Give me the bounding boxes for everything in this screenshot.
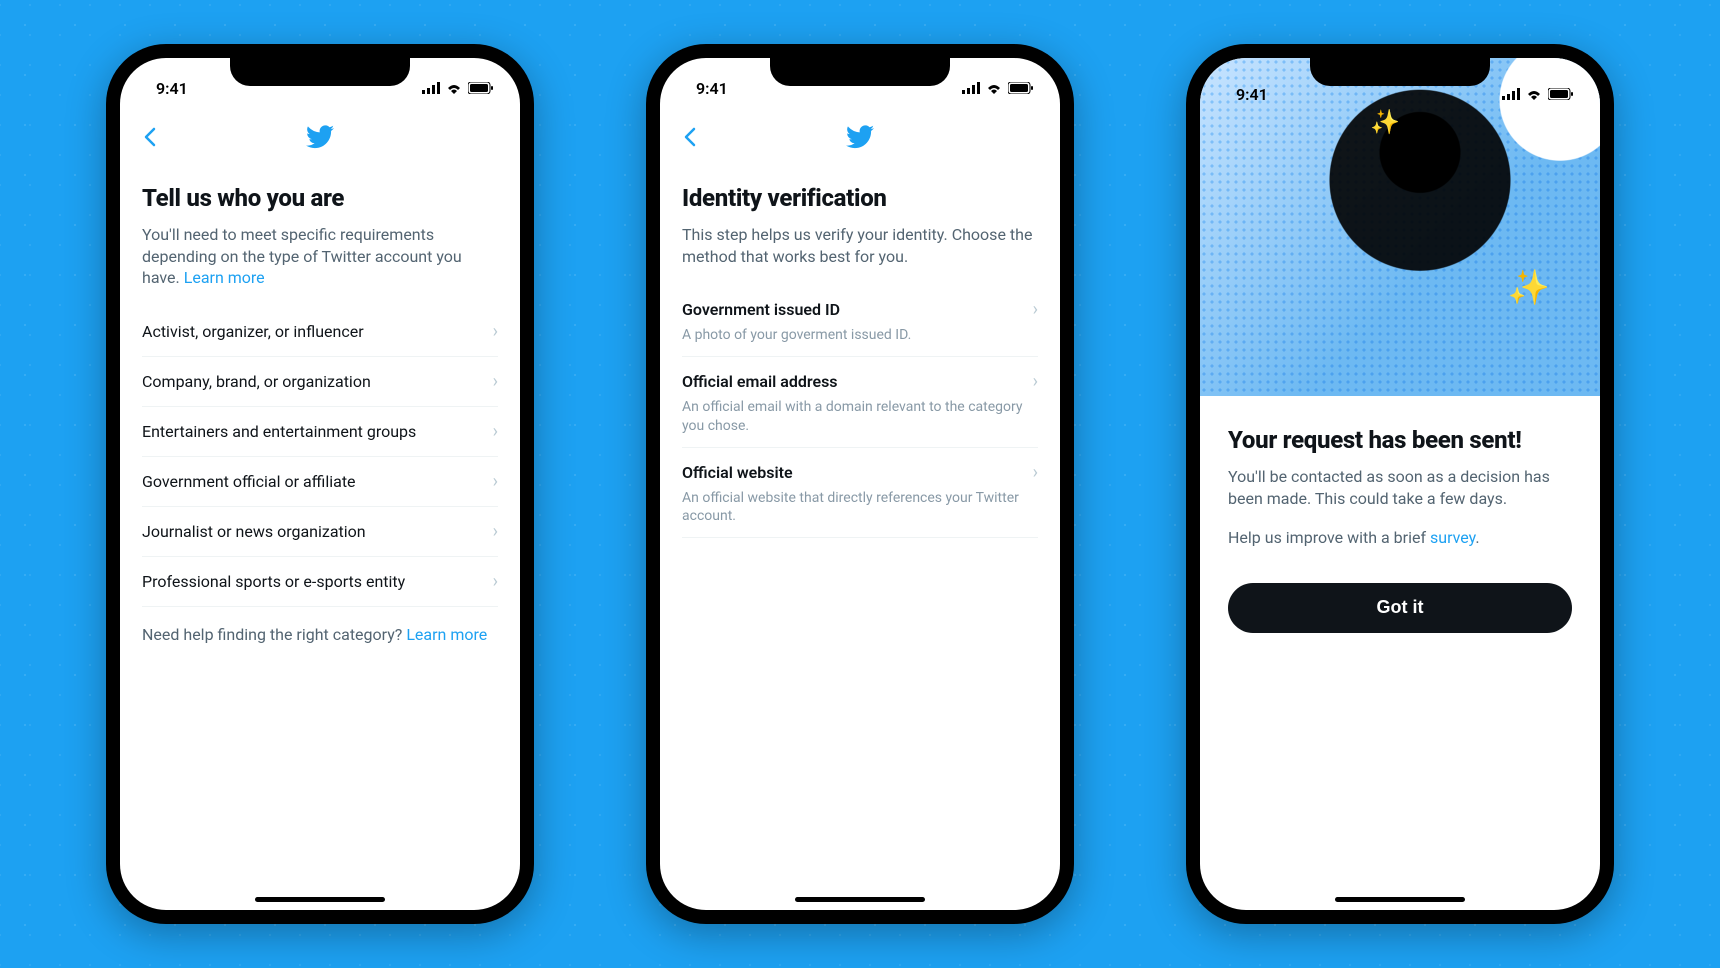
chevron-right-icon: › <box>493 521 498 542</box>
chevron-right-icon: › <box>493 571 498 592</box>
page-title: Your request has been sent! <box>1228 426 1572 454</box>
phone-2: 9:41 Identity verification This step hel… <box>646 44 1074 924</box>
content-area: Identity verification This step helps us… <box>660 162 1060 910</box>
notch <box>230 58 410 86</box>
phone-3: 9:41 ✨ ✨ Your request has been sent! You… <box>1186 44 1614 924</box>
row-label: Journalist or news organization <box>142 522 366 541</box>
screen-category-select: 9:41 Tell us who you are You'll need to … <box>120 58 520 910</box>
chevron-right-icon: › <box>1033 299 1038 320</box>
content-area: Tell us who you are You'll need to meet … <box>120 162 520 910</box>
option-subtitle: A photo of your goverment issued ID. <box>682 326 1038 344</box>
page-subtitle: You'll need to meet specific requirement… <box>142 224 498 289</box>
status-time: 9:41 <box>156 79 188 98</box>
help-text: Need help finding the right category? Le… <box>142 625 498 644</box>
screen-request-sent: 9:41 ✨ ✨ Your request has been sent! You… <box>1200 58 1600 910</box>
row-label: Government official or affiliate <box>142 472 356 491</box>
wifi-icon <box>1525 88 1543 100</box>
option-subtitle: An official website that directly refere… <box>682 489 1038 525</box>
page-subtitle: This step helps us verify your identity.… <box>682 224 1038 267</box>
signal-icon <box>422 82 440 94</box>
option-title: Official website <box>682 463 793 482</box>
sparkle-icon: ✨ <box>1508 268 1550 308</box>
row-label: Professional sports or e-sports entity <box>142 572 405 591</box>
learn-more-link[interactable]: Learn more <box>184 268 265 287</box>
verification-options: Government issued ID › A photo of your go… <box>682 285 1038 538</box>
phone-1: 9:41 Tell us who you are You'll need to … <box>106 44 534 924</box>
back-button[interactable] <box>676 123 704 151</box>
battery-icon <box>1548 88 1574 100</box>
page-title: Tell us who you are <box>142 184 498 212</box>
category-row-government[interactable]: Government official or affiliate › <box>142 457 498 507</box>
category-row-sports[interactable]: Professional sports or e-sports entity › <box>142 557 498 607</box>
chevron-right-icon: › <box>1033 371 1038 392</box>
option-subtitle: An official email with a domain relevant… <box>682 398 1038 434</box>
category-list: Activist, organizer, or influencer › Comp… <box>142 307 498 607</box>
chevron-right-icon: › <box>493 421 498 442</box>
got-it-button[interactable]: Got it <box>1228 583 1572 633</box>
option-title: Official email address <box>682 372 838 391</box>
help-pre: Need help finding the right category? <box>142 625 406 644</box>
signal-icon <box>962 82 980 94</box>
chevron-right-icon: › <box>1033 462 1038 483</box>
option-government-id[interactable]: Government issued ID › A photo of your go… <box>682 285 1038 357</box>
survey-link[interactable]: survey <box>1430 528 1475 547</box>
help-learn-more-link[interactable]: Learn more <box>406 625 487 644</box>
status-indicators <box>1502 88 1574 100</box>
body-text: You'll be contacted as soon as a decisio… <box>1228 466 1572 509</box>
category-row-entertainers[interactable]: Entertainers and entertainment groups › <box>142 407 498 457</box>
category-row-activist[interactable]: Activist, organizer, or influencer › <box>142 307 498 357</box>
status-time: 9:41 <box>696 79 728 98</box>
option-title: Government issued ID <box>682 300 840 319</box>
row-label: Entertainers and entertainment groups <box>142 422 416 441</box>
signal-icon <box>1502 88 1520 100</box>
home-indicator[interactable] <box>255 897 385 902</box>
twitter-logo-icon <box>306 125 334 149</box>
page-title: Identity verification <box>682 184 1038 212</box>
row-label: Company, brand, or organization <box>142 372 371 391</box>
content-area: Your request has been sent! You'll be co… <box>1200 396 1600 633</box>
chevron-right-icon: › <box>493 321 498 342</box>
category-row-company[interactable]: Company, brand, or organization › <box>142 357 498 407</box>
nav-bar <box>120 112 520 162</box>
twitter-logo-icon <box>846 125 874 149</box>
wifi-icon <box>985 82 1003 94</box>
home-indicator[interactable] <box>1335 897 1465 902</box>
status-time: 9:41 <box>1236 85 1268 104</box>
row-label: Activist, organizer, or influencer <box>142 322 364 341</box>
chevron-right-icon: › <box>493 471 498 492</box>
survey-pre: Help us improve with a brief <box>1228 528 1430 547</box>
battery-icon <box>1008 82 1034 94</box>
home-indicator[interactable] <box>795 897 925 902</box>
status-indicators <box>962 82 1034 94</box>
nav-bar <box>660 112 1060 162</box>
screen-identity-verification: 9:41 Identity verification This step hel… <box>660 58 1060 910</box>
status-indicators <box>422 82 494 94</box>
option-official-website[interactable]: Official website › An official website th… <box>682 448 1038 538</box>
category-row-journalist[interactable]: Journalist or news organization › <box>142 507 498 557</box>
back-button[interactable] <box>136 123 164 151</box>
option-official-email[interactable]: Official email address › An official emai… <box>682 357 1038 447</box>
chevron-right-icon: › <box>493 371 498 392</box>
wifi-icon <box>445 82 463 94</box>
notch <box>1310 58 1490 86</box>
survey-text: Help us improve with a brief survey. <box>1228 527 1572 549</box>
notch <box>770 58 950 86</box>
survey-post: . <box>1475 528 1479 547</box>
battery-icon <box>468 82 494 94</box>
